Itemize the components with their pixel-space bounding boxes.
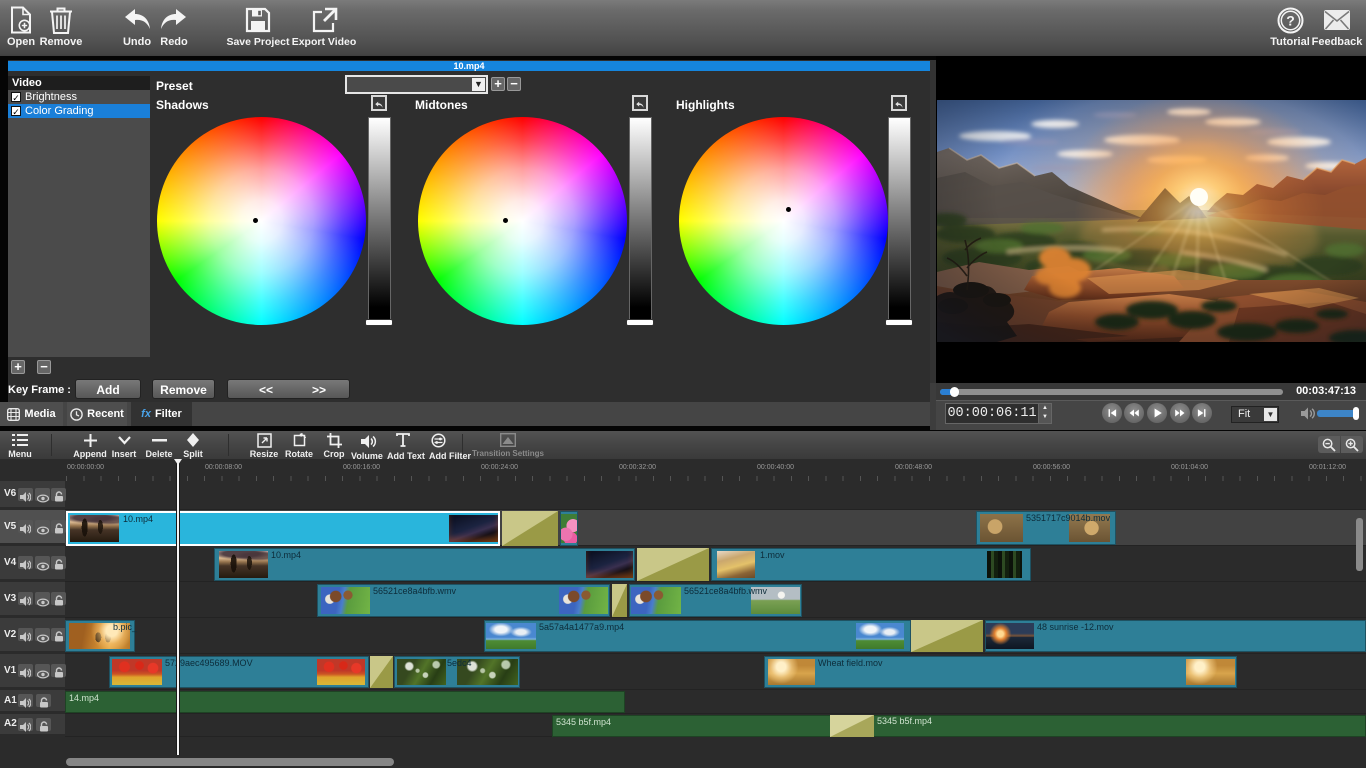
svg-text:?: ? [1286, 12, 1295, 28]
